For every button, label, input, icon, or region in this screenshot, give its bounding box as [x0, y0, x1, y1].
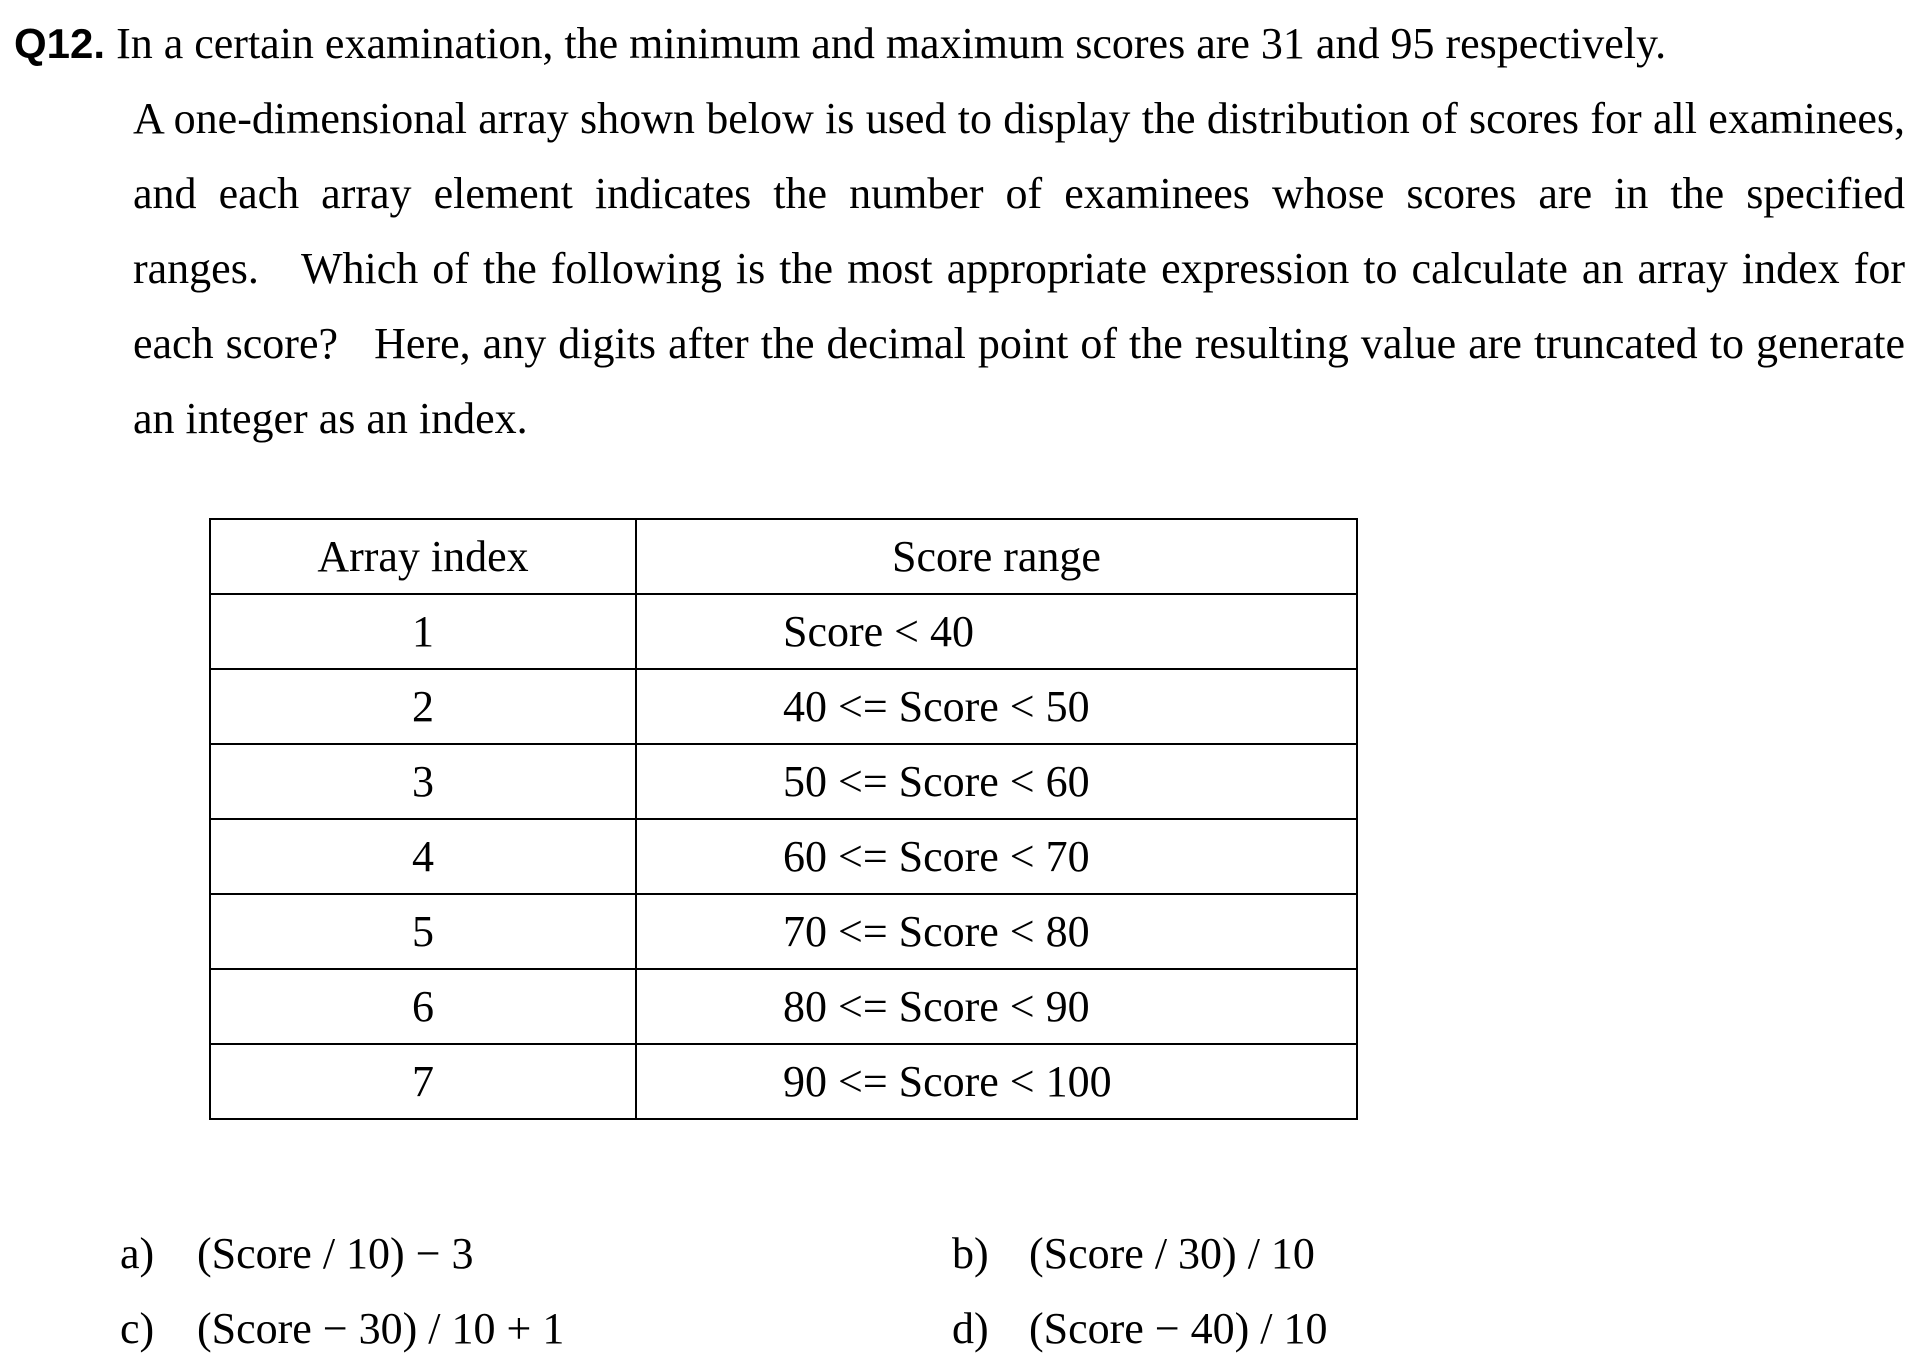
table-row: 5 70 <= Score < 80 [209, 893, 1358, 970]
option-a: a) (Score / 10) − 3 [120, 1228, 474, 1279]
option-d: d) (Score − 40) / 10 [952, 1303, 1328, 1354]
array-index-cell: 7 [209, 1043, 637, 1120]
score-range-cell: 60 <= Score < 70 [635, 818, 1358, 895]
array-index-cell: 4 [209, 818, 637, 895]
table-row: 4 60 <= Score < 70 [209, 818, 1358, 895]
array-index-cell: 3 [209, 743, 637, 820]
option-text: (Score / 30) / 10 [1029, 1229, 1315, 1278]
score-range-cell: 70 <= Score < 80 [635, 893, 1358, 970]
question-first-line-text: In a certain examination, the minimum an… [116, 19, 1667, 68]
array-index-cell: 6 [209, 968, 637, 1045]
score-range-cell: 50 <= Score < 60 [635, 743, 1358, 820]
score-range-table: Array index Score range 1 Score < 40 2 40 … [209, 518, 1358, 1120]
option-b: b) (Score / 30) / 10 [952, 1228, 1315, 1279]
header-score-range: Score range [635, 518, 1358, 595]
table-header-row: Array index Score range [209, 518, 1358, 595]
score-range-cell: Score < 40 [635, 593, 1358, 670]
table-row: 1 Score < 40 [209, 593, 1358, 670]
option-label: a) [120, 1229, 155, 1278]
question-number: Q12. [14, 20, 106, 67]
table-row: 6 80 <= Score < 90 [209, 968, 1358, 1045]
option-label: b) [952, 1229, 989, 1278]
question-first-line: Q12. In a certain examination, the minim… [14, 6, 1906, 81]
table-row: 3 50 <= Score < 60 [209, 743, 1358, 820]
score-range-cell: 80 <= Score < 90 [635, 968, 1358, 1045]
array-index-cell: 2 [209, 668, 637, 745]
question-body: A one-dimensional array shown below is u… [133, 94, 1905, 443]
score-range-cell: 90 <= Score < 100 [635, 1043, 1358, 1120]
option-label: c) [120, 1304, 155, 1353]
option-label: d) [952, 1304, 989, 1353]
option-text: (Score − 30) / 10 + 1 [197, 1304, 565, 1353]
table-row: 2 40 <= Score < 50 [209, 668, 1358, 745]
header-array-index: Array index [209, 518, 637, 595]
score-range-cell: 40 <= Score < 50 [635, 668, 1358, 745]
option-text: (Score − 40) / 10 [1029, 1304, 1328, 1353]
option-c: c) (Score − 30) / 10 + 1 [120, 1303, 564, 1354]
array-index-cell: 5 [209, 893, 637, 970]
table-row: 7 90 <= Score < 100 [209, 1043, 1358, 1120]
option-text: (Score / 10) − 3 [197, 1229, 474, 1278]
array-index-cell: 1 [209, 593, 637, 670]
